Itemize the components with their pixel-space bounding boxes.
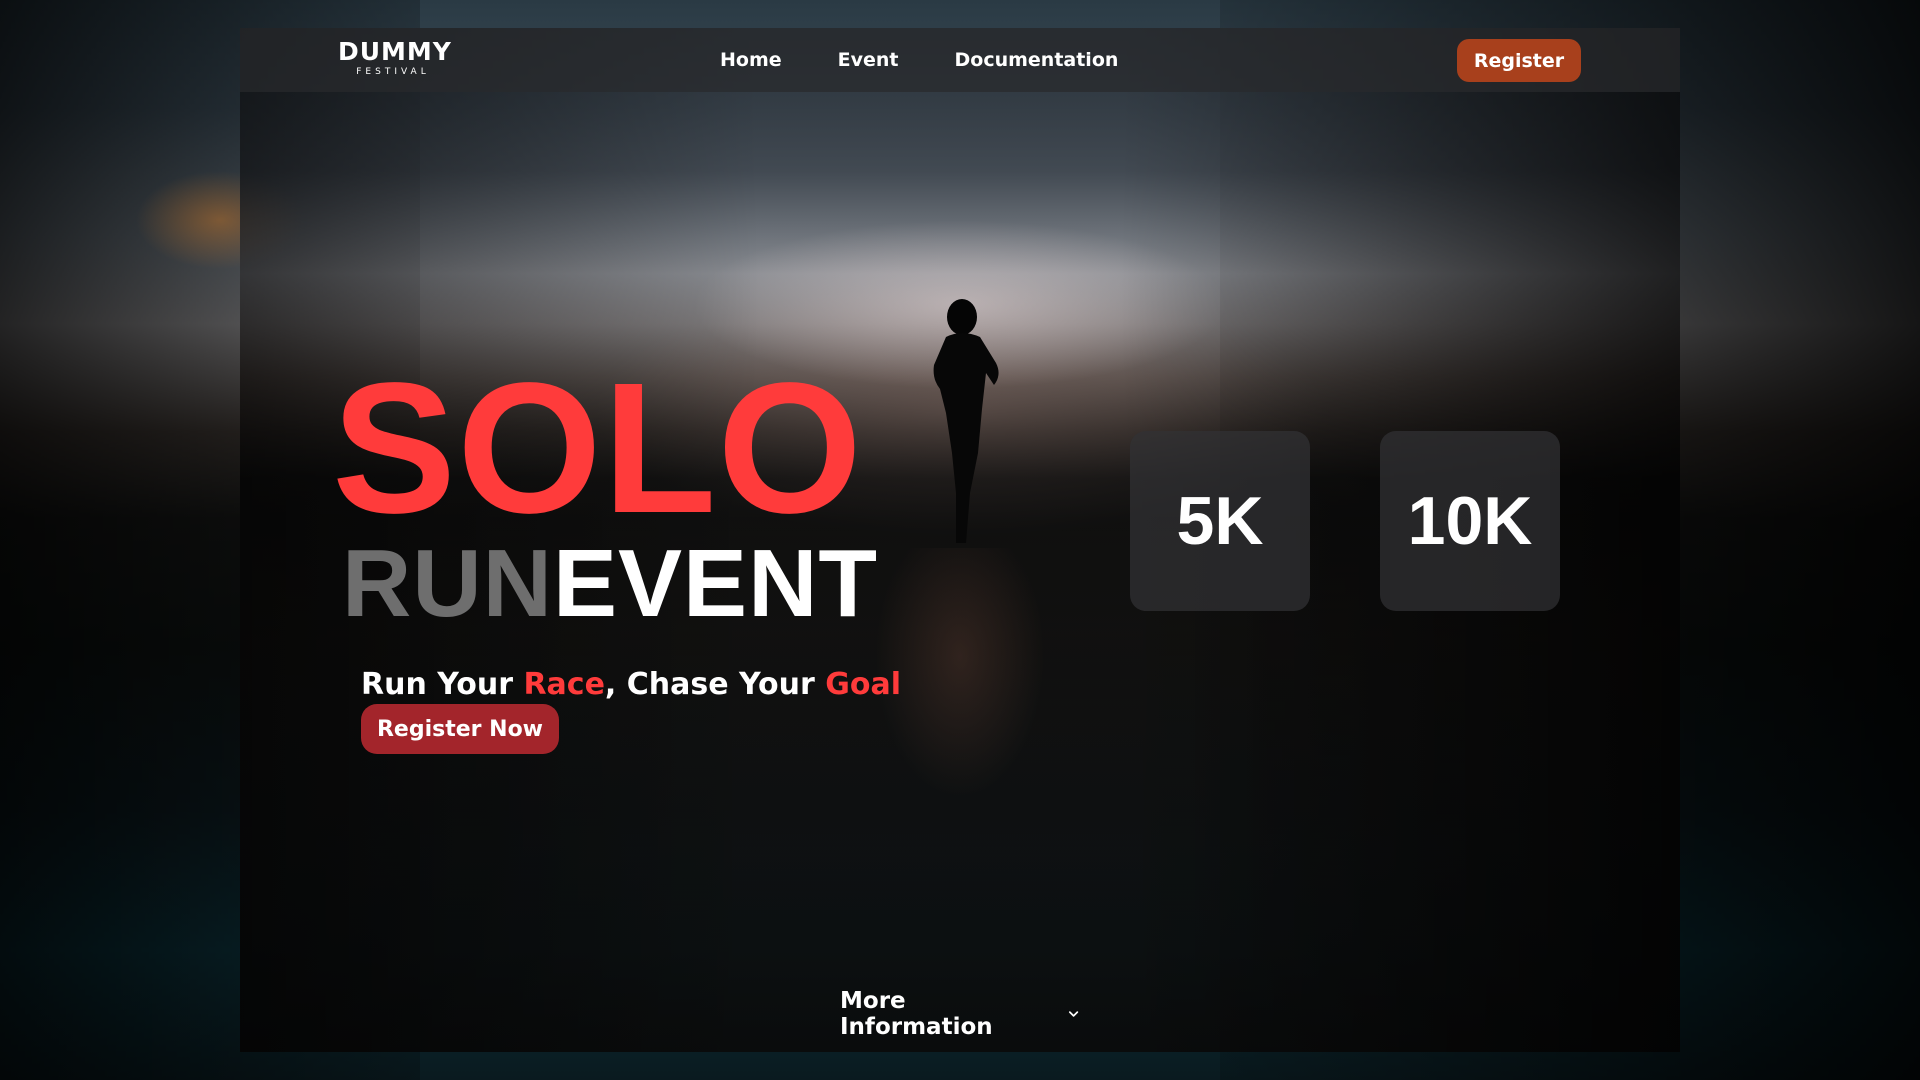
navbar: DUMMY FESTIVAL Home Event Documentation … — [240, 28, 1680, 92]
more-information-label: More Information — [840, 988, 993, 1040]
tagline-accent-goal: Goal — [825, 667, 901, 702]
nav-link-event[interactable]: Event — [838, 49, 899, 71]
tagline-part1: Run Your — [361, 667, 524, 702]
nav-link-documentation[interactable]: Documentation — [955, 49, 1119, 71]
more-information-link[interactable]: More Information — [840, 988, 1080, 1040]
nav-links: Home Event Documentation — [720, 28, 1118, 92]
hero-section: SOLO RUNEVENT Run Your Race, Chase Your … — [240, 28, 1680, 1052]
landing-page: DUMMY FESTIVAL Home Event Documentation … — [240, 28, 1680, 1052]
distance-card-5k[interactable]: 5K — [1130, 431, 1310, 611]
hero-title-solo: SOLO — [332, 345, 864, 552]
nav-link-home[interactable]: Home — [720, 49, 782, 71]
chevron-down-icon — [1068, 1011, 1079, 1017]
tagline-part2: , Chase Your — [604, 667, 826, 702]
distance-card-10k[interactable]: 10K — [1380, 431, 1560, 611]
brand-name: DUMMY — [338, 37, 452, 66]
hero-title-event: EVENT — [552, 530, 879, 637]
hero-title-run: RUN — [342, 530, 553, 637]
hero-title-run-event: RUNEVENT — [342, 534, 878, 634]
register-button[interactable]: Register — [1457, 39, 1581, 82]
brand-logo[interactable]: DUMMY FESTIVAL — [338, 37, 452, 78]
tagline-accent-race: Race — [523, 667, 605, 702]
brand-subtitle: FESTIVAL — [356, 67, 430, 77]
hero-tagline: Run Your Race, Chase Your Goal — [361, 666, 901, 704]
register-now-button[interactable]: Register Now — [361, 704, 559, 754]
